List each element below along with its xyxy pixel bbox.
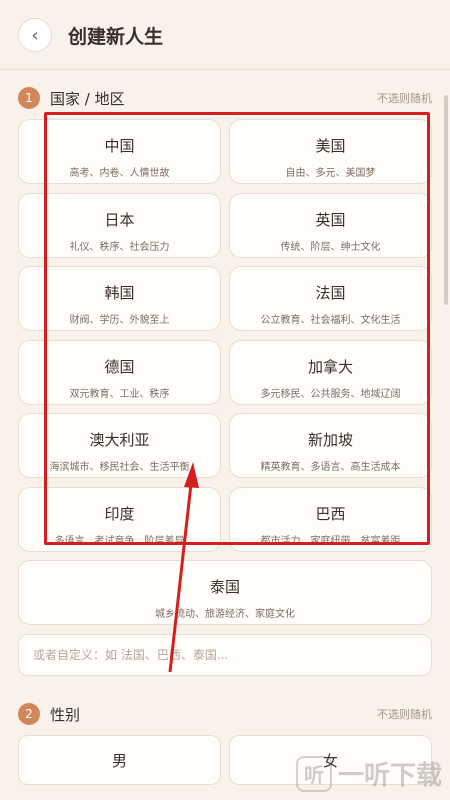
- watermark: 听 一听下载: [295, 755, 442, 792]
- annotation-arrow: [168, 462, 199, 673]
- watermark-logo: 听: [295, 755, 332, 792]
- watermark-text: 一听下载: [337, 761, 442, 791]
- arrow-head: [184, 462, 199, 488]
- arrow-shaft: [168, 483, 193, 673]
